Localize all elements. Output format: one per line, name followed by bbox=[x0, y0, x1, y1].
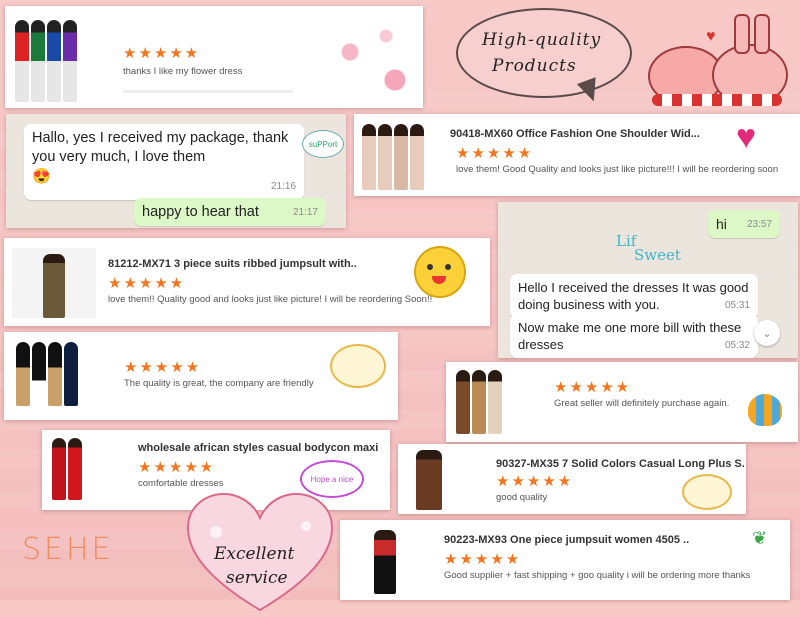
message-time: 05:32 bbox=[724, 340, 750, 351]
brand-logo: SEHE bbox=[22, 532, 114, 567]
excellent-text: Excellent bbox=[214, 544, 295, 564]
outgoing-message: hi 23:57 bbox=[708, 210, 780, 238]
smile-bubble-icon bbox=[330, 344, 386, 388]
product-thumbnail bbox=[52, 438, 82, 500]
heart-icon: ♥ bbox=[706, 28, 716, 45]
love-heart-icon: ♥ bbox=[736, 118, 757, 156]
heart-eyes-emoji: 😍 bbox=[32, 168, 51, 185]
outgoing-message: happy to hear that 21:17 bbox=[134, 198, 326, 226]
star-rating: ★★★★★ bbox=[456, 145, 534, 162]
support-sticker: suPPort bbox=[302, 130, 344, 158]
product-title[interactable]: 90223-MX93 One piece jumpsuit women 4505… bbox=[444, 534, 694, 546]
chevron-down-icon: ⌄ bbox=[762, 327, 772, 340]
pig-bunny-illustration: ♥ bbox=[648, 14, 788, 108]
sticker-text: Sweet bbox=[634, 246, 681, 264]
high-quality-bubble bbox=[456, 8, 632, 98]
life-sweet-sticker: Lif Sweet bbox=[616, 230, 681, 270]
review-card-90327: 90327-MX35 7 Solid Colors Casual Long Pl… bbox=[398, 444, 746, 514]
message-time: 21:17 bbox=[292, 207, 318, 218]
bunny-ears bbox=[734, 14, 750, 54]
review-text: Great seller will definitely purchase ag… bbox=[554, 398, 730, 409]
smile-bubble-icon bbox=[682, 474, 732, 510]
star-rating: ★★★★★ bbox=[124, 359, 202, 376]
star-rating: ★★★★★ bbox=[554, 379, 632, 396]
message-text: Hello I received the dresses It was good… bbox=[518, 280, 749, 312]
smiley-face-icon bbox=[414, 246, 466, 298]
message-text: hi bbox=[716, 216, 727, 232]
message-time: 05:31 bbox=[724, 300, 750, 311]
star-rating: ★★★★★ bbox=[444, 551, 522, 568]
product-thumbnail bbox=[15, 20, 77, 102]
message-text: Hallo, yes I received my package, thank … bbox=[32, 130, 289, 165]
chat-screenshot-2: hi 23:57 Lif Sweet Hello I received the … bbox=[498, 202, 798, 358]
review-text: love them! Good Quality and looks just l… bbox=[456, 164, 779, 175]
star-rating: ★★★★★ bbox=[108, 275, 186, 292]
star-rating: ★★★★★ bbox=[496, 473, 574, 490]
product-thumbnail bbox=[374, 530, 396, 594]
message-time: 23:57 bbox=[746, 219, 772, 230]
message-text: Now make me one more bill with these dre… bbox=[518, 320, 742, 352]
products-text: Products bbox=[492, 56, 577, 76]
sprout-icon: ❦ bbox=[752, 528, 768, 548]
review-card-81212: 81212-MX71 3 piece suits ribbed jumpsult… bbox=[4, 238, 490, 326]
product-title[interactable]: wholesale african styles casual bodycon … bbox=[138, 442, 382, 454]
hot-air-balloon-icon bbox=[748, 394, 782, 426]
product-thumbnail bbox=[416, 450, 442, 510]
message-time: 21:16 bbox=[270, 181, 296, 192]
review-card-great-seller: ★★★★★ Great seller will definitely purch… bbox=[446, 362, 798, 442]
review-card-quality-great: ★★★★★ The quality is great, the company … bbox=[4, 332, 398, 420]
sticker-text: suPPort bbox=[308, 139, 338, 149]
review-text: good quality bbox=[496, 492, 548, 503]
petal-decoration bbox=[323, 20, 413, 100]
incoming-message: Hello I received the dresses It was good… bbox=[510, 274, 758, 318]
product-thumbnail bbox=[16, 342, 78, 406]
incoming-message: Hallo, yes I received my package, thank … bbox=[24, 124, 304, 200]
product-title[interactable]: 81212-MX71 3 piece suits ribbed jumpsult… bbox=[108, 258, 368, 270]
message-text: happy to hear that bbox=[142, 204, 259, 220]
review-card-90223: 90223-MX93 One piece jumpsuit women 4505… bbox=[340, 520, 790, 600]
product-thumbnail bbox=[456, 370, 502, 434]
high-quality-text: High-quality bbox=[482, 30, 602, 50]
star-rating: ★★★★★ bbox=[138, 459, 216, 476]
product-thumbnail bbox=[362, 124, 424, 190]
review-card-flower-dress: ★★★★★ thanks I like my flower dress bbox=[5, 6, 423, 108]
review-text: The quality is great, the company are fr… bbox=[124, 378, 314, 389]
star-rating: ★★★★★ bbox=[123, 45, 201, 62]
review-card-90418: 90418-MX60 Office Fashion One Shoulder W… bbox=[354, 114, 800, 196]
review-text: Good supplier + fast shipping + goo qual… bbox=[444, 570, 751, 581]
incoming-message: Now make me one more bill with these dre… bbox=[510, 314, 758, 358]
product-thumbnail bbox=[12, 248, 96, 318]
review-text: comfortable dresses bbox=[138, 478, 224, 489]
excellent-service-heart: Excellent service bbox=[186, 492, 334, 612]
product-title[interactable]: 90418-MX60 Office Fashion One Shoulder W… bbox=[450, 128, 700, 140]
service-text: service bbox=[226, 568, 288, 588]
chat-screenshot-1: Hallo, yes I received my package, thank … bbox=[6, 114, 346, 228]
sticker-text: Hope a nice bbox=[310, 474, 354, 484]
scroll-down-button[interactable]: ⌄ bbox=[754, 320, 780, 346]
bunny-ears bbox=[754, 14, 770, 54]
review-text: love them!! Quality good and looks just … bbox=[108, 294, 433, 305]
review-text: thanks I like my flower dress bbox=[123, 66, 243, 77]
divider bbox=[123, 90, 293, 93]
scarf bbox=[652, 94, 782, 106]
product-title[interactable]: 90327-MX35 7 Solid Colors Casual Long Pl… bbox=[496, 458, 744, 470]
